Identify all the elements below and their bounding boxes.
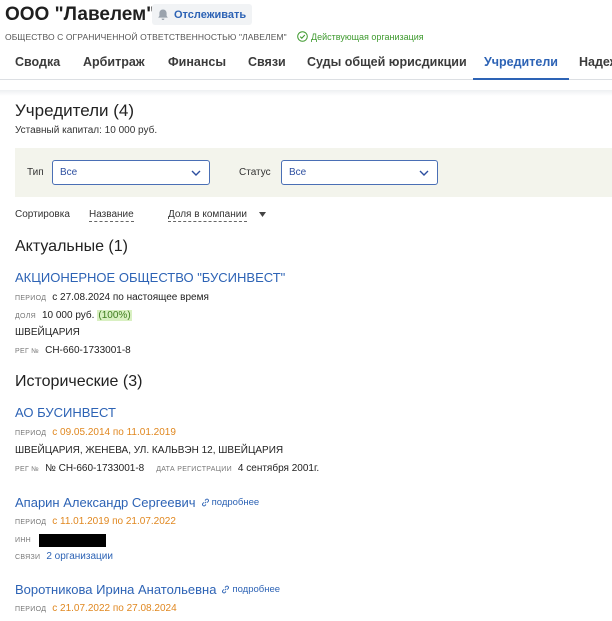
- period-row: ПЕРИОД с 27.08.2024 по настоящее время: [15, 292, 209, 303]
- period-value: с 21.07.2022 по 27.08.2024: [52, 603, 177, 614]
- redacted-inn: [39, 534, 107, 547]
- period-label: ПЕРИОД: [15, 519, 47, 526]
- period-label: ПЕРИОД: [15, 606, 47, 613]
- reg-number: CH-660-1733001-8: [45, 345, 131, 356]
- link-icon: [201, 498, 209, 507]
- period-value: с 11.01.2019 по 21.07.2022: [52, 516, 176, 527]
- tab-connections[interactable]: Связи: [248, 55, 286, 69]
- reg-label: РЕГ №: [15, 348, 40, 355]
- founder-link[interactable]: АО БУСИНВЕСТ: [15, 405, 116, 420]
- type-select-value: Все: [60, 167, 78, 178]
- tab-founders[interactable]: Учредители: [484, 55, 558, 69]
- status-badge: Действующая организация: [297, 31, 424, 42]
- tab-arbitration[interactable]: Арбитраж: [83, 55, 145, 69]
- share-label: ДОЛЯ: [15, 313, 36, 320]
- current-founders-heading: Актуальные (1): [15, 238, 128, 255]
- more-link-label: подробнее: [211, 497, 260, 508]
- link-icon: [222, 585, 230, 594]
- tab-bar: Сводка Арбитраж Финансы Связи Суды общей…: [0, 46, 612, 80]
- period-row: ПЕРИОД с 21.07.2022 по 27.08.2024: [15, 603, 177, 614]
- more-link[interactable]: подробнее: [221, 584, 280, 595]
- inn-row: ИНН: [15, 534, 107, 547]
- reg-date: 4 сентября 2001г.: [237, 463, 320, 474]
- tab-summary[interactable]: Сводка: [15, 55, 60, 69]
- reg-number: № CH-660-1733001-8: [45, 463, 145, 474]
- share-percent-badge: (100%): [97, 310, 132, 321]
- reg-date-label: ДАТА РЕГИСТРАЦИИ: [156, 466, 232, 473]
- period-row: ПЕРИОД с 09.05.2014 по 11.01.2019: [15, 427, 176, 438]
- chevron-down-icon: [419, 170, 429, 176]
- caret-down-icon: [259, 212, 266, 217]
- reg-row: РЕГ № № CH-660-1733001-8 ДАТА РЕГИСТРАЦИ…: [15, 463, 319, 474]
- company-header: ООО "Лавелем" Отслеживать ОБЩЕСТВО С ОГР…: [0, 0, 612, 94]
- divider: [0, 90, 612, 96]
- type-filter-label: Тип: [27, 167, 44, 178]
- historical-founders-heading: Исторические (3): [15, 373, 143, 390]
- page-title: Учредители (4): [15, 101, 135, 120]
- authorized-capital: Уставный капитал: 10 000 руб.: [15, 125, 158, 136]
- links-value[interactable]: 2 организации: [46, 551, 113, 562]
- more-link[interactable]: подробнее: [201, 497, 260, 508]
- links-label: СВЯЗИ: [15, 554, 41, 561]
- share-row: ДОЛЯ 10 000 руб. (100%): [15, 310, 132, 321]
- check-circle-icon: [297, 31, 308, 42]
- share-amount: 10 000 руб.: [41, 310, 95, 321]
- company-title: ООО "Лавелем": [5, 4, 156, 25]
- period-value: с 09.05.2014 по 11.01.2019: [52, 427, 176, 438]
- founder-link[interactable]: АКЦИОНЕРНОЕ ОБЩЕСТВО "БУСИНВЕСТ": [15, 270, 285, 285]
- follow-button[interactable]: Отслеживать: [152, 4, 253, 25]
- inn-label: ИНН: [15, 537, 32, 544]
- reg-label: РЕГ №: [15, 466, 40, 473]
- sort-by-name[interactable]: Название: [89, 209, 134, 222]
- filter-bar: Тип Все Статус Все: [15, 148, 612, 197]
- person-row: Воротникова Ирина Анатольевна подробнее: [15, 582, 280, 597]
- period-label: ПЕРИОД: [15, 295, 47, 302]
- tab-finance[interactable]: Финансы: [168, 55, 226, 69]
- country: ШВЕЙЦАРИЯ: [15, 327, 80, 338]
- period-value: с 27.08.2024 по настоящее время: [52, 292, 209, 303]
- period-row: ПЕРИОД с 11.01.2019 по 21.07.2022: [15, 516, 176, 527]
- tab-reliability[interactable]: Надеж: [579, 55, 612, 69]
- company-full-name: ОБЩЕСТВО С ОГРАНИЧЕННОЙ ОТВЕТСТВЕННОСТЬЮ…: [5, 32, 287, 42]
- status-select[interactable]: Все: [281, 160, 438, 185]
- reg-row: РЕГ № CH-660-1733001-8: [15, 345, 131, 356]
- status-text: Действующая организация: [311, 31, 424, 42]
- period-label: ПЕРИОД: [15, 430, 47, 437]
- tab-general-courts[interactable]: Суды общей юрисдикции: [307, 55, 467, 69]
- links-row: СВЯЗИ 2 организации: [15, 551, 113, 562]
- person-link[interactable]: Воротникова Ирина Анатольевна: [15, 582, 216, 597]
- address: ШВЕЙЦАРИЯ, ЖЕНЕВА, УЛ. КАЛЬВЭН 12, ШВЕЙЦ…: [15, 445, 284, 456]
- sort-by-share[interactable]: Доля в компании: [168, 209, 247, 222]
- person-row: Апарин Александр Сергеевич подробнее: [15, 495, 259, 510]
- status-select-value: Все: [289, 167, 307, 178]
- type-select[interactable]: Все: [52, 160, 210, 185]
- follow-button-label: Отслеживать: [174, 8, 247, 21]
- more-link-label: подробнее: [232, 584, 281, 595]
- active-tab-indicator: [473, 78, 569, 80]
- chevron-down-icon: [191, 170, 201, 176]
- bell-icon: [158, 9, 168, 20]
- status-filter-label: Статус: [239, 167, 271, 178]
- sort-label: Сортировка: [15, 209, 70, 220]
- person-link[interactable]: Апарин Александр Сергеевич: [15, 495, 196, 510]
